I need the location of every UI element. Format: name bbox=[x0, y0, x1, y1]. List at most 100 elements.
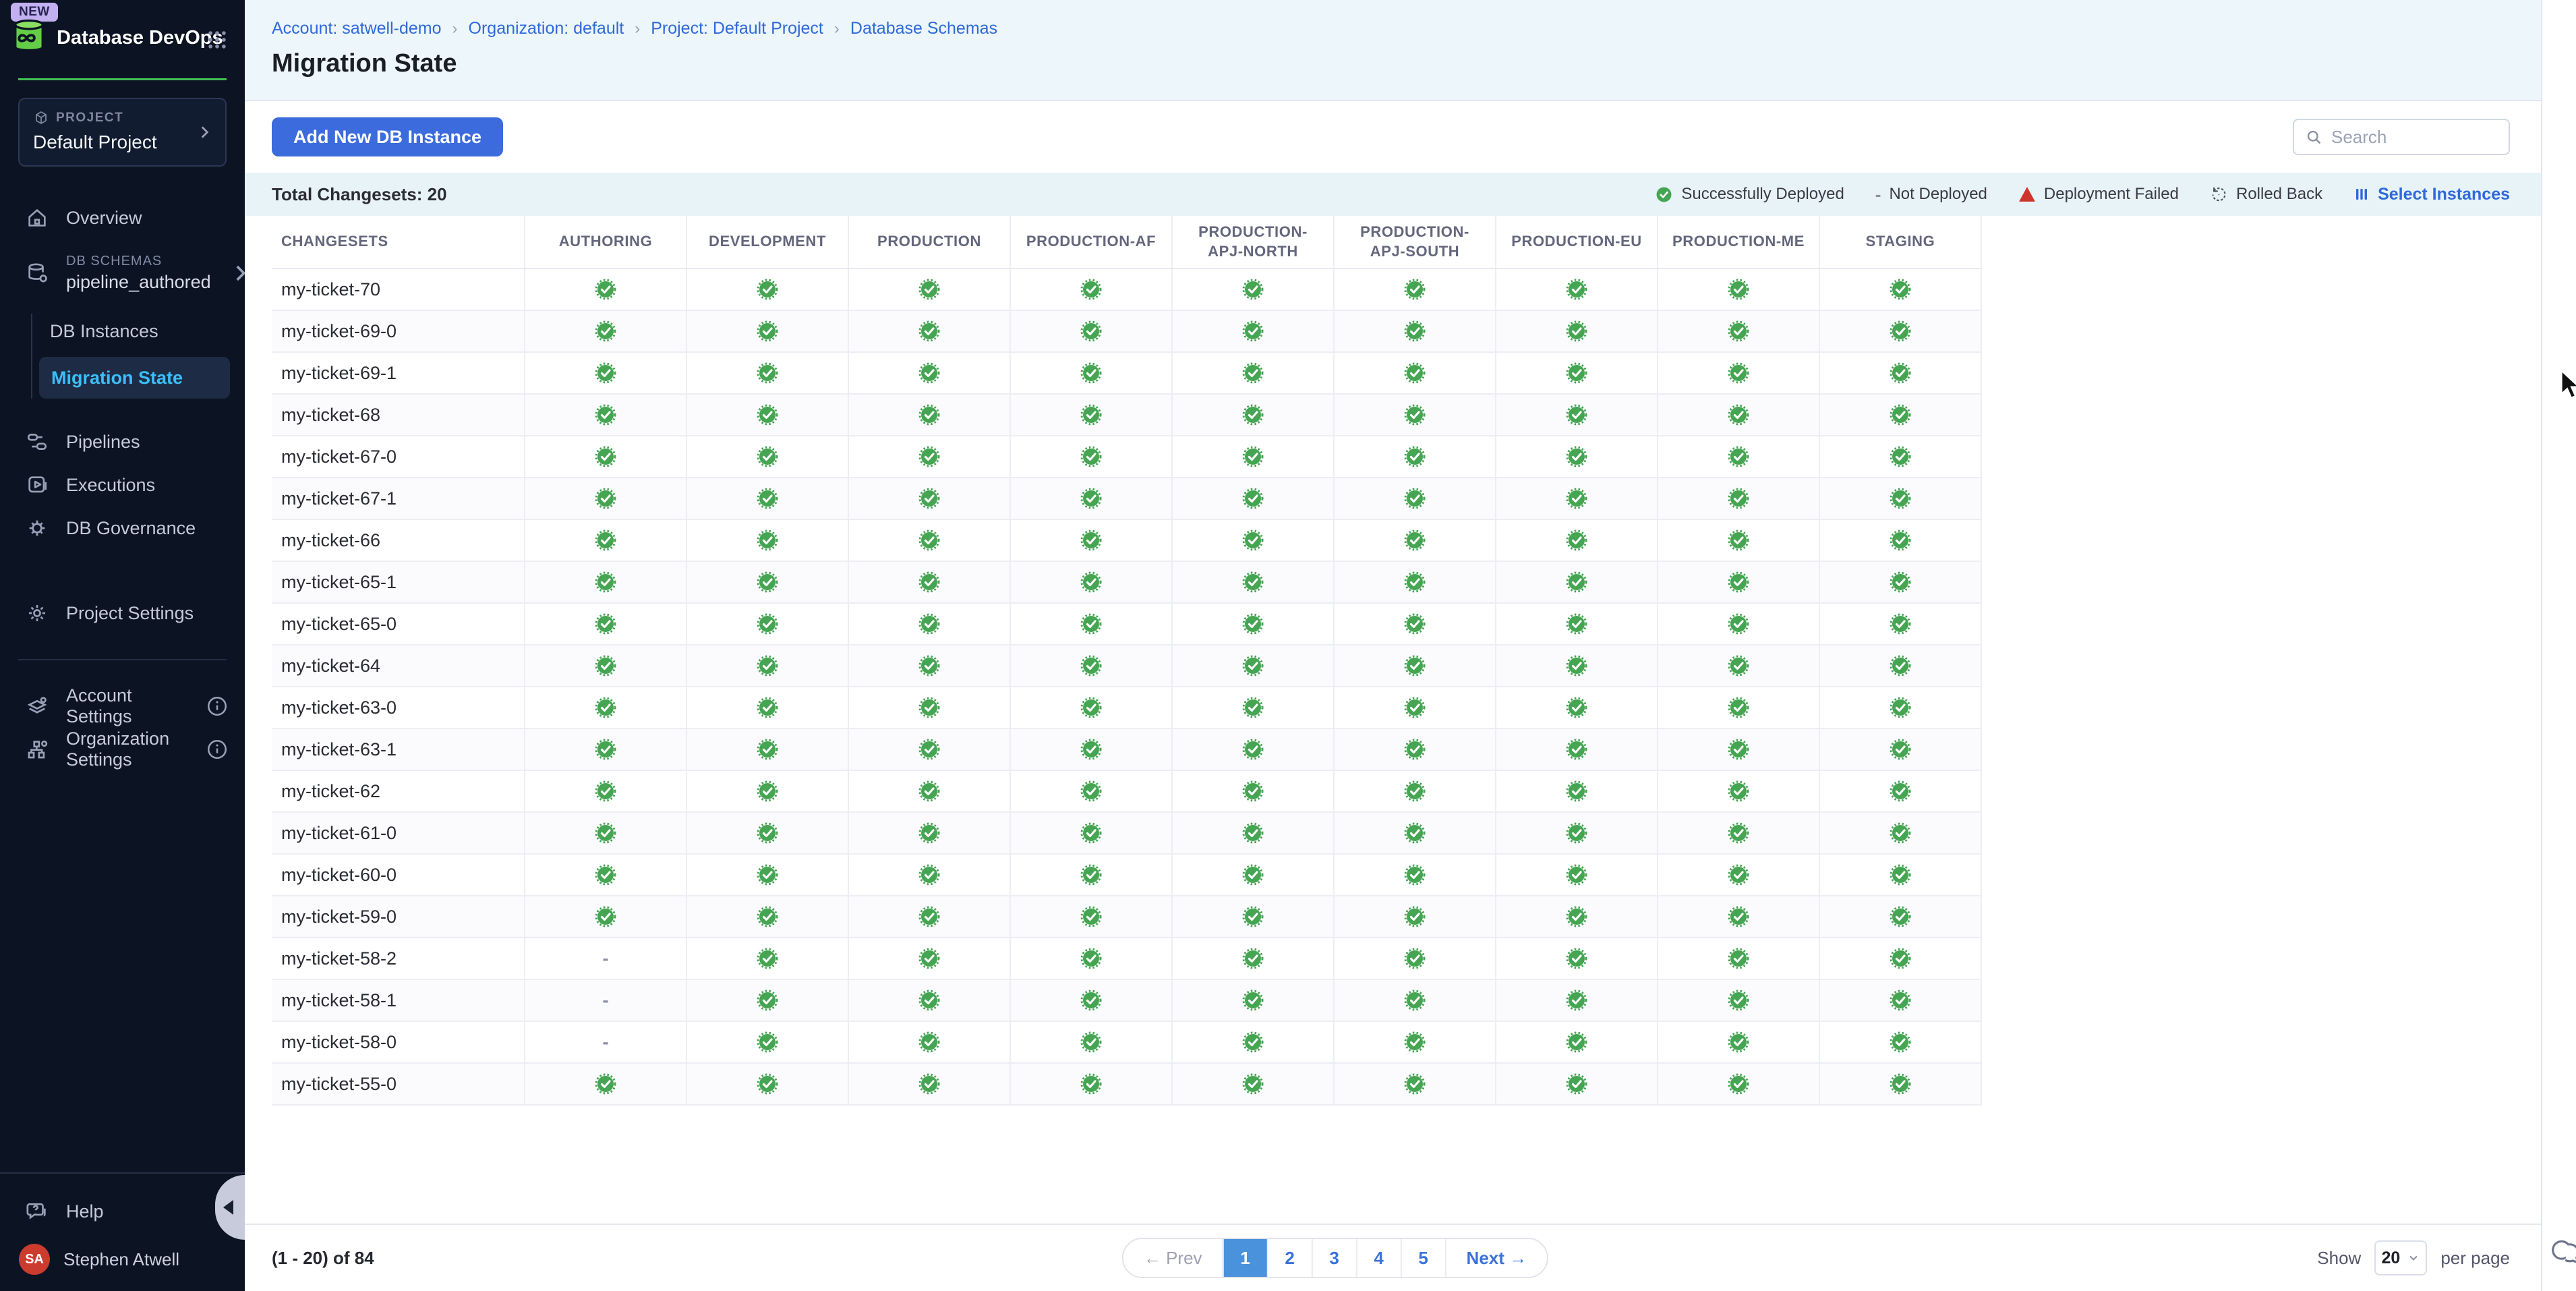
status-legend: Successfully Deployed - Not Deployed Dep… bbox=[1655, 184, 2510, 205]
success-icon bbox=[1890, 446, 1911, 467]
success-icon bbox=[595, 279, 616, 300]
project-selector[interactable]: PROJECT Default Project bbox=[18, 98, 227, 167]
status-deployed-cell bbox=[1658, 352, 1819, 394]
changeset-name: my-ticket-63-0 bbox=[272, 687, 525, 728]
success-icon bbox=[757, 948, 778, 969]
toolbar: Add New DB Instance bbox=[245, 101, 2541, 173]
column-header-production: PRODUCTION bbox=[848, 216, 1010, 268]
sidebar-item-db-governance[interactable]: DB Governance bbox=[0, 507, 245, 550]
status-deployed-cell bbox=[525, 812, 686, 854]
table-row: my-ticket-55-0 bbox=[272, 1063, 1981, 1105]
sidebar-item-account-settings[interactable]: Account Settings bbox=[0, 685, 245, 728]
success-icon bbox=[918, 864, 940, 886]
sidebar-item-executions[interactable]: Executions bbox=[0, 463, 245, 507]
changeset-name: my-ticket-59-0 bbox=[272, 896, 525, 938]
success-icon bbox=[1890, 780, 1911, 802]
prev-page-button[interactable]: ← Prev bbox=[1123, 1239, 1223, 1277]
success-icon bbox=[1728, 989, 1749, 1011]
success-icon bbox=[1566, 780, 1587, 802]
status-deployed-cell bbox=[1010, 770, 1172, 812]
search-input[interactable] bbox=[2331, 127, 2498, 148]
success-icon bbox=[1728, 529, 1749, 551]
success-icon bbox=[918, 739, 940, 760]
breadcrumb-separator: › bbox=[452, 20, 458, 38]
status-deployed-cell bbox=[848, 436, 1010, 478]
page-size-group: Show 20 per page bbox=[2317, 1240, 2510, 1275]
success-icon bbox=[1242, 1031, 1264, 1053]
sidebar-item-db-instances[interactable]: DB Instances bbox=[0, 311, 245, 351]
sidebar-item-organization-settings[interactable]: Organization Settings bbox=[0, 728, 245, 771]
status-deployed-cell bbox=[1172, 770, 1334, 812]
select-instances-link[interactable]: Select Instances bbox=[2353, 185, 2510, 204]
not-deployed-dash: - bbox=[602, 989, 608, 1010]
column-header-production-af: PRODUCTION-AF bbox=[1010, 216, 1172, 268]
status-deployed-cell bbox=[1172, 1021, 1334, 1063]
gear-icon bbox=[26, 602, 49, 625]
search-box[interactable] bbox=[2293, 119, 2510, 155]
user-menu[interactable]: SA Stephen Atwell bbox=[0, 1230, 245, 1275]
cube-icon bbox=[33, 110, 49, 126]
status-deployed-cell bbox=[1496, 310, 1658, 352]
sidebar-item-pipelines[interactable]: Pipelines bbox=[0, 420, 245, 463]
breadcrumb-separator: › bbox=[635, 20, 640, 38]
changeset-name: my-ticket-62 bbox=[272, 770, 525, 812]
status-deployed-cell bbox=[525, 519, 686, 561]
status-deployed-cell bbox=[1172, 436, 1334, 478]
status-not-deployed-cell: - bbox=[525, 938, 686, 979]
changeset-name: my-ticket-63-1 bbox=[272, 728, 525, 770]
success-icon bbox=[1728, 864, 1749, 886]
sidebar-item-help[interactable]: Help bbox=[0, 1193, 245, 1230]
page-button-4[interactable]: 4 bbox=[1356, 1239, 1401, 1277]
app-switcher-grid-icon[interactable] bbox=[206, 28, 229, 51]
success-icon bbox=[1080, 279, 1102, 300]
status-deployed-cell bbox=[1496, 561, 1658, 603]
status-deployed-cell bbox=[1658, 645, 1819, 687]
sidebar-item-project-settings[interactable]: Project Settings bbox=[0, 592, 245, 635]
table-row: my-ticket-65-1 bbox=[272, 561, 1981, 603]
success-icon bbox=[918, 906, 940, 927]
success-icon bbox=[1404, 948, 1426, 969]
success-icon bbox=[1728, 906, 1749, 927]
success-icon bbox=[757, 488, 778, 509]
page-button-2[interactable]: 2 bbox=[1267, 1239, 1312, 1277]
breadcrumb-organization[interactable]: Organization: default bbox=[469, 19, 624, 38]
success-icon bbox=[1890, 822, 1911, 844]
status-deployed-cell bbox=[1334, 603, 1496, 645]
changeset-name: my-ticket-60-0 bbox=[272, 854, 525, 896]
status-deployed-cell bbox=[1334, 352, 1496, 394]
success-icon bbox=[1404, 655, 1426, 677]
status-deployed-cell bbox=[1172, 561, 1334, 603]
sidebar-item-db-schemas[interactable]: DB SCHEMAS pipeline_authored bbox=[0, 239, 245, 307]
page-button-3[interactable]: 3 bbox=[1312, 1239, 1356, 1277]
status-deployed-cell bbox=[686, 645, 848, 687]
sidebar-item-migration-state[interactable]: Migration State bbox=[39, 357, 230, 399]
status-deployed-cell bbox=[1658, 561, 1819, 603]
page-size-select[interactable]: 20 bbox=[2374, 1240, 2427, 1275]
chat-bubble-icon[interactable] bbox=[2550, 1238, 2576, 1267]
status-deployed-cell bbox=[848, 770, 1010, 812]
page-header: Account: satwell-demo › Organization: de… bbox=[245, 0, 2541, 101]
legend-rolled-back: Rolled Back bbox=[2210, 185, 2322, 204]
status-deployed-cell bbox=[1334, 519, 1496, 561]
changeset-name: my-ticket-55-0 bbox=[272, 1063, 525, 1105]
breadcrumb-project[interactable]: Project: Default Project bbox=[651, 19, 823, 38]
success-icon bbox=[1404, 739, 1426, 760]
changeset-name: my-ticket-69-0 bbox=[272, 310, 525, 352]
success-icon bbox=[1080, 613, 1102, 635]
status-deployed-cell bbox=[1010, 728, 1172, 770]
collapse-arrow-icon bbox=[223, 1200, 233, 1215]
success-icon bbox=[1404, 529, 1426, 551]
add-db-instance-button[interactable]: Add New DB Instance bbox=[272, 117, 503, 156]
breadcrumb-account[interactable]: Account: satwell-demo bbox=[272, 19, 442, 38]
page-button-5[interactable]: 5 bbox=[1401, 1239, 1445, 1277]
page-button-1[interactable]: 1 bbox=[1223, 1239, 1267, 1277]
next-page-button[interactable]: Next → bbox=[1445, 1239, 1548, 1277]
status-deployed-cell bbox=[1819, 310, 1981, 352]
success-icon bbox=[757, 1031, 778, 1053]
success-icon bbox=[918, 488, 940, 509]
success-icon bbox=[1566, 864, 1587, 886]
sidebar-item-overview[interactable]: Overview bbox=[0, 196, 245, 239]
breadcrumb-database-schemas[interactable]: Database Schemas bbox=[850, 19, 997, 38]
success-icon bbox=[757, 571, 778, 593]
success-icon bbox=[1242, 697, 1264, 718]
